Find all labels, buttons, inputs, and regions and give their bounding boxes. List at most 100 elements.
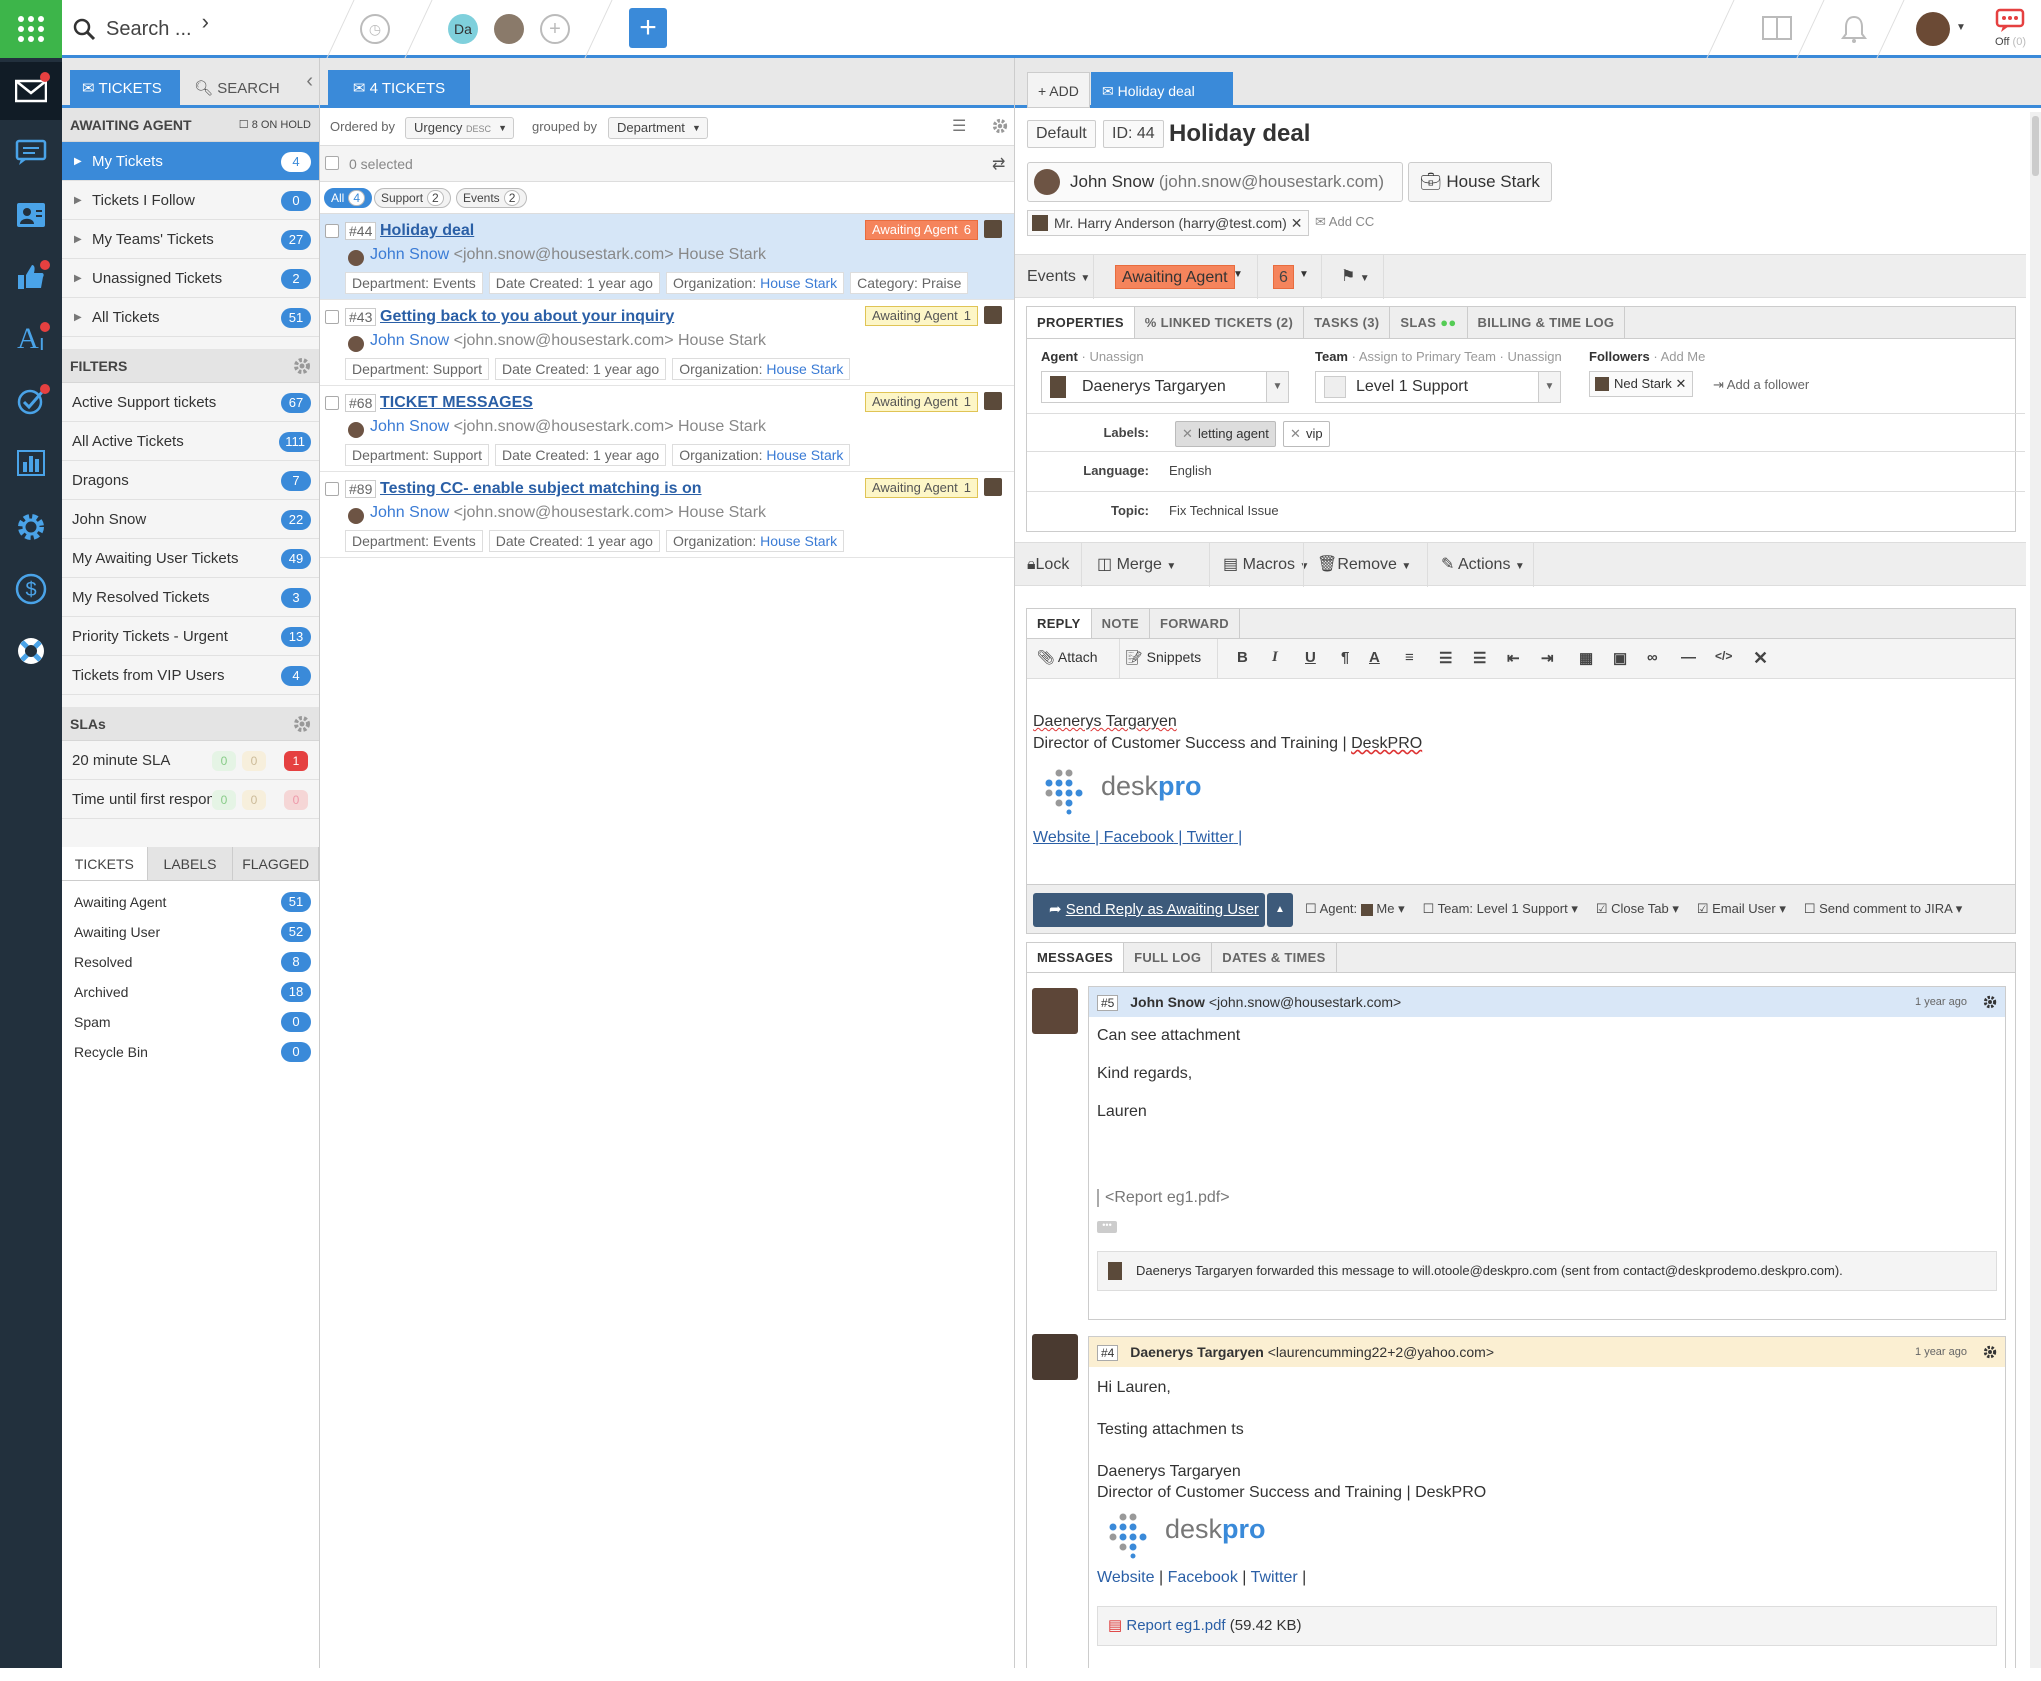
chevron-down-icon[interactable]: ▼ [1299,269,1309,280]
order-select[interactable]: Urgency DESC ▼ [405,117,515,139]
topic-value[interactable]: Fix Technical Issue [1169,503,1279,518]
remove-cc-icon[interactable]: ✕ [1291,215,1303,231]
add-circle-icon[interactable]: + [540,14,570,44]
filter-pill-events[interactable]: Events 2 [456,188,528,208]
agent-unassign-link[interactable]: Unassign [1089,349,1143,364]
filter-item[interactable]: My Awaiting User Tickets 49 [62,539,319,578]
underline-icon[interactable]: U [1305,649,1316,666]
ticket-row[interactable]: #68 TICKET MESSAGES John Snow <john.snow… [320,386,1014,472]
jira-option[interactable]: ☐ Send comment to JIRA ▾ [1804,901,1962,917]
filter-item[interactable]: John Snow 22 [62,500,319,539]
layout-toggle-icon[interactable] [1762,16,1792,40]
nav-reports[interactable] [0,434,62,492]
requester-box[interactable]: John Snow (john.snow@housestark.com) [1027,162,1403,202]
tab-labels[interactable]: LABELS [147,847,234,880]
filter-item[interactable]: Dragons 7 [62,461,319,500]
list-view-icon[interactable]: ☰ [952,116,966,136]
nav-chat[interactable] [0,124,62,182]
new-item-button[interactable]: + [629,8,667,48]
status-item[interactable]: Archived 18 [62,977,319,1007]
sidebar-item-all-tickets[interactable]: ▶ All Tickets 51 [62,298,319,337]
code-icon[interactable]: </> [1715,649,1732,663]
history-icon[interactable]: ◷ [360,14,390,44]
facebook-link[interactable]: Facebook [1168,1569,1238,1586]
status-dropdown[interactable]: Awaiting Agent [1115,265,1235,289]
nav-tasks[interactable] [0,372,62,430]
gear-icon[interactable] [1983,995,1997,1009]
tab-note[interactable]: NOTE [1092,609,1150,638]
department-dropdown[interactable]: Events ▼ [1021,265,1096,289]
tab-slas[interactable]: SLAS ●● [1390,307,1468,338]
chevron-down-icon[interactable]: ▼ [1956,22,1966,33]
merge-button[interactable]: ◫ Merge ▼ [1091,553,1182,577]
tab-search[interactable]: 🔍︎ SEARCH [182,70,292,108]
status-item[interactable]: Spam 0 [62,1007,319,1037]
outdent-icon[interactable]: ⇤ [1507,649,1520,667]
filter-item[interactable]: Tickets from VIP Users 4 [62,656,319,695]
filter-pill-all[interactable]: All 4 [324,188,373,208]
tab-status-tickets[interactable]: TICKETS [62,847,148,880]
macros-button[interactable]: ▤ Macros ▼ [1217,553,1315,577]
horizontal-rule-icon[interactable]: — [1681,649,1696,666]
send-options-toggle[interactable]: ▲ [1267,893,1293,927]
refresh-icon[interactable]: ⇄ [992,154,1005,174]
app-menu-button[interactable] [0,0,62,58]
language-value[interactable]: English [1169,463,1212,478]
assign-primary-team-link[interactable]: Assign to Primary Team [1359,349,1496,364]
sla-item[interactable]: 20 minute SLA 0 0 1 [62,741,319,780]
tab-reply[interactable]: REPLY [1027,609,1092,638]
ticket-title[interactable]: Holiday deal [1169,120,1310,148]
remove-follower-icon[interactable]: ✕ [1675,376,1686,391]
chevron-right-icon[interactable]: › [202,9,209,35]
close-icon[interactable]: ✕ [1753,648,1768,669]
nav-knowledgebase[interactable]: Aı [0,310,62,368]
sidebar-item-tickets-i-follow[interactable]: ▶ Tickets I Follow 0 [62,181,319,220]
tab-ticket-count[interactable]: ✉ 4 TICKETS [328,70,470,108]
avatar-initials[interactable]: Da [448,14,478,44]
show-more-icon[interactable]: ••• [1097,1221,1117,1233]
team-select[interactable]: Level 1 Support ▼ [1315,371,1561,403]
ticket-title-link[interactable]: TICKET MESSAGES [380,394,533,412]
lock-button[interactable]: 🔒︎Lock [1021,553,1075,577]
align-icon[interactable]: ≡ [1405,649,1414,666]
label-chip[interactable]: ✕ letting agent [1175,421,1276,447]
status-item[interactable]: Awaiting Agent 51 [62,887,319,917]
filter-pill-support[interactable]: Support 2 [374,188,451,208]
twitter-link[interactable]: Twitter [1251,1569,1298,1586]
cc-chip[interactable]: Mr. Harry Anderson (harry@test.com) ✕ [1027,210,1310,236]
nav-crm[interactable] [0,186,62,244]
ticket-row[interactable]: #44 Holiday deal John Snow <john.snow@ho… [320,214,1014,300]
sla-item[interactable]: Time until first respon: 0 0 0 [62,780,319,819]
status-item[interactable]: Awaiting User 52 [62,917,319,947]
website-link[interactable]: Website [1097,1569,1155,1586]
remove-button[interactable]: 🗑︎Remove ▼ [1311,553,1417,577]
link-icon[interactable]: ∞ [1647,649,1658,666]
twitter-link[interactable]: Twitter [1187,829,1234,846]
filter-item[interactable]: All Active Tickets 111 [62,422,319,461]
label-chip[interactable]: ✕ vip [1283,421,1330,447]
collapse-icon[interactable]: ‹ [306,70,313,93]
image-icon[interactable]: ▣ [1613,649,1627,667]
ticket-row[interactable]: #89 Testing CC- enable subject matching … [320,472,1014,558]
font-color-icon[interactable]: A [1369,649,1380,666]
close-tab-option[interactable]: ☑ Close Tab ▾ [1596,901,1679,917]
urgency-dropdown[interactable]: 6 [1273,265,1294,289]
nav-billing[interactable]: $ [0,560,62,618]
gear-icon[interactable] [992,118,1008,134]
add-follower-link[interactable]: ⇥ Add a follower [1713,377,1809,393]
gear-icon[interactable] [293,357,311,375]
snippets-button[interactable]: 📝︎ Snippets [1125,649,1201,666]
tab-linked-tickets[interactable]: % LINKED TICKETS (2) [1135,307,1305,338]
tab-properties[interactable]: PROPERTIES [1027,307,1135,338]
ticket-title-link[interactable]: Getting back to you about your inquiry [380,308,674,326]
status-item[interactable]: Resolved 8 [62,947,319,977]
ticket-checkbox[interactable] [325,482,339,496]
send-reply-button[interactable]: ➦ Send Reply as Awaiting User [1033,893,1265,927]
tab-dates-times[interactable]: DATES & TIMES [1212,943,1337,972]
nav-feedback[interactable] [0,248,62,306]
sidebar-item-my-tickets[interactable]: ▶ My Tickets 4 [62,142,319,181]
group-select[interactable]: Department ▼ [608,117,708,139]
attachment-row[interactable]: ▤ Report eg1.pdf (59.42 KB) [1097,1606,1997,1646]
indent-icon[interactable]: ⇥ [1541,649,1554,667]
ticket-checkbox[interactable] [325,224,339,238]
